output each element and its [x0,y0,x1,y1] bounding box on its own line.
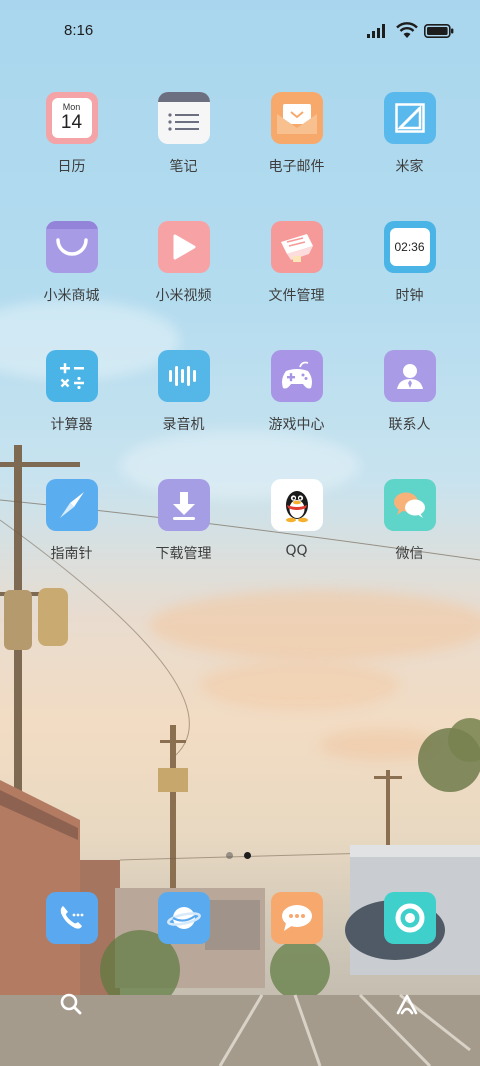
calculator-icon [45,350,98,402]
file-manager-icon [270,221,323,273]
calendar-icon: Mon 14 [45,92,98,144]
app-contacts[interactable]: 联系人 [353,350,466,434]
qq-penguin-icon [270,479,323,531]
dock-browser[interactable] [127,892,240,944]
clock-icon: 02:36 [383,221,436,273]
app-mail[interactable]: 电子邮件 [240,92,353,176]
app-label: 联系人 [388,417,431,433]
messages-icon [270,892,323,944]
app-recorder[interactable]: 录音机 [127,350,240,434]
download-icon [157,479,210,531]
dock-camera[interactable] [353,892,466,944]
wechat-icon [383,479,436,531]
recorder-icon [157,350,210,402]
mail-icon [270,92,323,144]
app-clock[interactable]: 02:36 时钟 [353,221,466,305]
dock-phone[interactable] [15,892,128,944]
cellular-signal-icon [367,24,385,38]
phone-icon [45,892,98,944]
clock-time: 02:36 [389,228,430,266]
app-compass[interactable]: 指南针 [15,479,128,563]
app-mi-video[interactable]: 小米视频 [127,221,240,305]
status-bar: 8:16 [0,0,480,62]
app-calendar[interactable]: Mon 14 日历 [15,92,128,176]
wifi-icon [396,22,418,38]
app-label: 电子邮件 [268,159,325,175]
calendar-month: Mon [62,102,81,112]
app-game-center[interactable]: 游戏中心 [240,350,353,434]
status-time: 8:16 [64,22,94,39]
app-label: 游戏中心 [268,417,325,433]
camera-icon [383,892,436,944]
app-label: 小米商城 [43,288,100,304]
app-label: 下载管理 [155,546,212,562]
search-icon[interactable] [58,991,84,1017]
contact-icon [383,350,436,402]
app-label: 录音机 [162,417,205,433]
shop-bag-icon [45,221,98,273]
video-play-icon [157,221,210,273]
app-label: 计算器 [50,417,93,433]
bottom-bar [0,975,480,1065]
app-mijia[interactable]: 米家 [353,92,466,176]
app-qq[interactable]: QQ [240,479,353,559]
app-label: 指南针 [50,546,93,562]
assistant-icon[interactable] [394,991,420,1017]
app-label: 日历 [57,159,86,175]
page-dot-1[interactable] [226,852,233,859]
app-label: QQ [285,543,308,559]
compass-icon [45,479,98,531]
battery-icon [424,24,454,38]
page-dot-2-current[interactable] [244,852,251,859]
app-label: 微信 [395,546,424,562]
mijia-icon [383,92,436,144]
app-label: 笔记 [169,159,198,175]
app-file-manager[interactable]: 文件管理 [240,221,353,305]
app-notes[interactable]: 笔记 [127,92,240,176]
dock-messages[interactable] [240,892,353,944]
app-label: 文件管理 [268,288,325,304]
page-indicator [226,852,256,860]
notes-icon [157,92,210,144]
app-label: 米家 [395,159,424,175]
app-label: 小米视频 [155,288,212,304]
app-calculator[interactable]: 计算器 [15,350,128,434]
app-download-manager[interactable]: 下载管理 [127,479,240,563]
app-wechat[interactable]: 微信 [353,479,466,563]
gamepad-icon [270,350,323,402]
calendar-day: 14 [60,112,83,133]
browser-planet-icon [157,892,210,944]
app-label: 时钟 [395,288,424,304]
app-mi-store[interactable]: 小米商城 [15,221,128,305]
